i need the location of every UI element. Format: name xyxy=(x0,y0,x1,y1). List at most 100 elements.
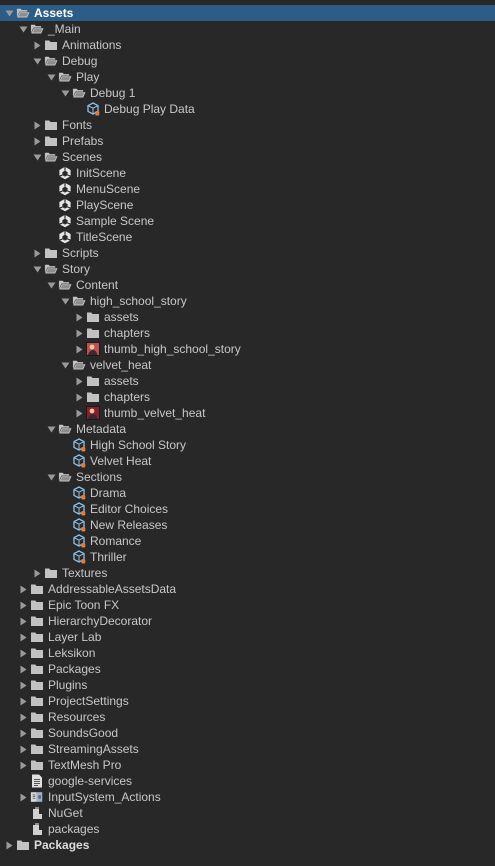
tree-item-sections[interactable]: Sections xyxy=(0,469,495,485)
tree-item-epic-toon-fx[interactable]: Epic Toon FX xyxy=(0,597,495,613)
collapse-arrow-right-icon[interactable] xyxy=(16,629,30,645)
tree-item-scripts[interactable]: Scripts xyxy=(0,245,495,261)
collapse-arrow-right-icon[interactable] xyxy=(72,325,86,341)
tree-item-menuscene[interactable]: MenuScene xyxy=(0,181,495,197)
arrow-spacer xyxy=(58,453,72,469)
tree-item-thumb-velvet-heat[interactable]: thumb_velvet_heat xyxy=(0,405,495,421)
tree-item-google-services[interactable]: google-services xyxy=(0,773,495,789)
tree-item-thumb-high-school-story[interactable]: thumb_high_school_story xyxy=(0,341,495,357)
collapse-arrow-right-icon[interactable] xyxy=(72,389,86,405)
tree-item-play[interactable]: Play xyxy=(0,69,495,85)
collapse-arrow-right-icon[interactable] xyxy=(30,133,44,149)
tree-item-projectsettings[interactable]: ProjectSettings xyxy=(0,693,495,709)
collapse-arrow-right-icon[interactable] xyxy=(16,661,30,677)
scriptable-object-icon xyxy=(72,486,86,500)
tree-item-prefabs[interactable]: Prefabs xyxy=(0,133,495,149)
collapse-arrow-right-icon[interactable] xyxy=(16,725,30,741)
tree-item-label: Thriller xyxy=(90,550,127,564)
expand-arrow-down-icon[interactable] xyxy=(44,69,58,85)
collapse-arrow-right-icon[interactable] xyxy=(72,373,86,389)
collapse-arrow-right-icon[interactable] xyxy=(16,741,30,757)
tree-item-titlescene[interactable]: TitleScene xyxy=(0,229,495,245)
expand-arrow-down-icon[interactable] xyxy=(44,277,58,293)
tree-item-debug[interactable]: Debug xyxy=(0,53,495,69)
collapse-arrow-right-icon[interactable] xyxy=(16,677,30,693)
folder-open-icon xyxy=(30,22,44,36)
tree-item-main[interactable]: _Main xyxy=(0,21,495,37)
expand-arrow-down-icon[interactable] xyxy=(58,357,72,373)
expand-arrow-down-icon[interactable] xyxy=(16,21,30,37)
tree-item-editor-choices[interactable]: Editor Choices xyxy=(0,501,495,517)
collapse-arrow-right-icon[interactable] xyxy=(16,757,30,773)
tree-item-assets[interactable]: Assets xyxy=(0,5,495,21)
collapse-arrow-right-icon[interactable] xyxy=(16,645,30,661)
tree-item-chapters[interactable]: chapters xyxy=(0,389,495,405)
tree-item-debug-1[interactable]: Debug 1 xyxy=(0,85,495,101)
tree-item-content[interactable]: Content xyxy=(0,277,495,293)
collapse-arrow-right-icon[interactable] xyxy=(30,117,44,133)
tree-item-high-school-story[interactable]: High School Story xyxy=(0,437,495,453)
tree-item-hierarchydecorator[interactable]: HierarchyDecorator xyxy=(0,613,495,629)
folder-icon xyxy=(86,374,100,388)
tree-item-story[interactable]: Story xyxy=(0,261,495,277)
tree-item-animations[interactable]: Animations xyxy=(0,37,495,53)
expand-arrow-down-icon[interactable] xyxy=(58,85,72,101)
tree-item-sample-scene[interactable]: Sample Scene xyxy=(0,213,495,229)
tree-item-layer-lab[interactable]: Layer Lab xyxy=(0,629,495,645)
expand-arrow-down-icon[interactable] xyxy=(44,469,58,485)
expand-arrow-down-icon[interactable] xyxy=(2,5,16,21)
collapse-arrow-right-icon[interactable] xyxy=(16,597,30,613)
arrow-spacer xyxy=(58,549,72,565)
collapse-arrow-right-icon[interactable] xyxy=(72,405,86,421)
tree-item-velvet-heat[interactable]: Velvet Heat xyxy=(0,453,495,469)
tree-item-new-releases[interactable]: New Releases xyxy=(0,517,495,533)
tree-item-textmesh-pro[interactable]: TextMesh Pro xyxy=(0,757,495,773)
tree-item-playscene[interactable]: PlayScene xyxy=(0,197,495,213)
tree-item-high-school-story[interactable]: high_school_story xyxy=(0,293,495,309)
collapse-arrow-right-icon[interactable] xyxy=(2,837,16,853)
tree-item-initscene[interactable]: InitScene xyxy=(0,165,495,181)
tree-item-soundsgood[interactable]: SoundsGood xyxy=(0,725,495,741)
tree-item-scenes[interactable]: Scenes xyxy=(0,149,495,165)
tree-item-resources[interactable]: Resources xyxy=(0,709,495,725)
tree-item-inputsystem-actions[interactable]: InputSystem_Actions xyxy=(0,789,495,805)
tree-item-leksikon[interactable]: Leksikon xyxy=(0,645,495,661)
folder-icon xyxy=(30,678,44,692)
tree-item-assets[interactable]: assets xyxy=(0,309,495,325)
collapse-arrow-right-icon[interactable] xyxy=(16,709,30,725)
tree-item-drama[interactable]: Drama xyxy=(0,485,495,501)
tree-item-debug-play-data[interactable]: Debug Play Data xyxy=(0,101,495,117)
collapse-arrow-right-icon[interactable] xyxy=(16,789,30,805)
tree-item-textures[interactable]: Textures xyxy=(0,565,495,581)
tree-item-fonts[interactable]: Fonts xyxy=(0,117,495,133)
collapse-arrow-right-icon[interactable] xyxy=(16,693,30,709)
tree-item-addressableassetsdata[interactable]: AddressableAssetsData xyxy=(0,581,495,597)
tree-item-velvet-heat[interactable]: velvet_heat xyxy=(0,357,495,373)
expand-arrow-down-icon[interactable] xyxy=(30,53,44,69)
tree-item-plugins[interactable]: Plugins xyxy=(0,677,495,693)
tree-item-romance[interactable]: Romance xyxy=(0,533,495,549)
tree-item-streamingassets[interactable]: StreamingAssets xyxy=(0,741,495,757)
collapse-arrow-right-icon[interactable] xyxy=(30,565,44,581)
expand-arrow-down-icon[interactable] xyxy=(58,293,72,309)
tree-item-packages[interactable]: packages xyxy=(0,821,495,837)
expand-arrow-down-icon[interactable] xyxy=(30,261,44,277)
config-file-icon xyxy=(30,822,44,836)
tree-item-metadata[interactable]: Metadata xyxy=(0,421,495,437)
tree-item-thriller[interactable]: Thriller xyxy=(0,549,495,565)
collapse-arrow-right-icon[interactable] xyxy=(30,245,44,261)
collapse-arrow-right-icon[interactable] xyxy=(16,581,30,597)
folder-icon xyxy=(86,310,100,324)
tree-item-label: high_school_story xyxy=(90,294,187,308)
expand-arrow-down-icon[interactable] xyxy=(30,149,44,165)
tree-item-nuget[interactable]: NuGet xyxy=(0,805,495,821)
collapse-arrow-right-icon[interactable] xyxy=(72,341,86,357)
collapse-arrow-right-icon[interactable] xyxy=(30,37,44,53)
expand-arrow-down-icon[interactable] xyxy=(44,421,58,437)
collapse-arrow-right-icon[interactable] xyxy=(72,309,86,325)
tree-item-assets[interactable]: assets xyxy=(0,373,495,389)
tree-item-chapters[interactable]: chapters xyxy=(0,325,495,341)
tree-item-packages[interactable]: Packages xyxy=(0,837,495,853)
tree-item-packages[interactable]: Packages xyxy=(0,661,495,677)
collapse-arrow-right-icon[interactable] xyxy=(16,613,30,629)
